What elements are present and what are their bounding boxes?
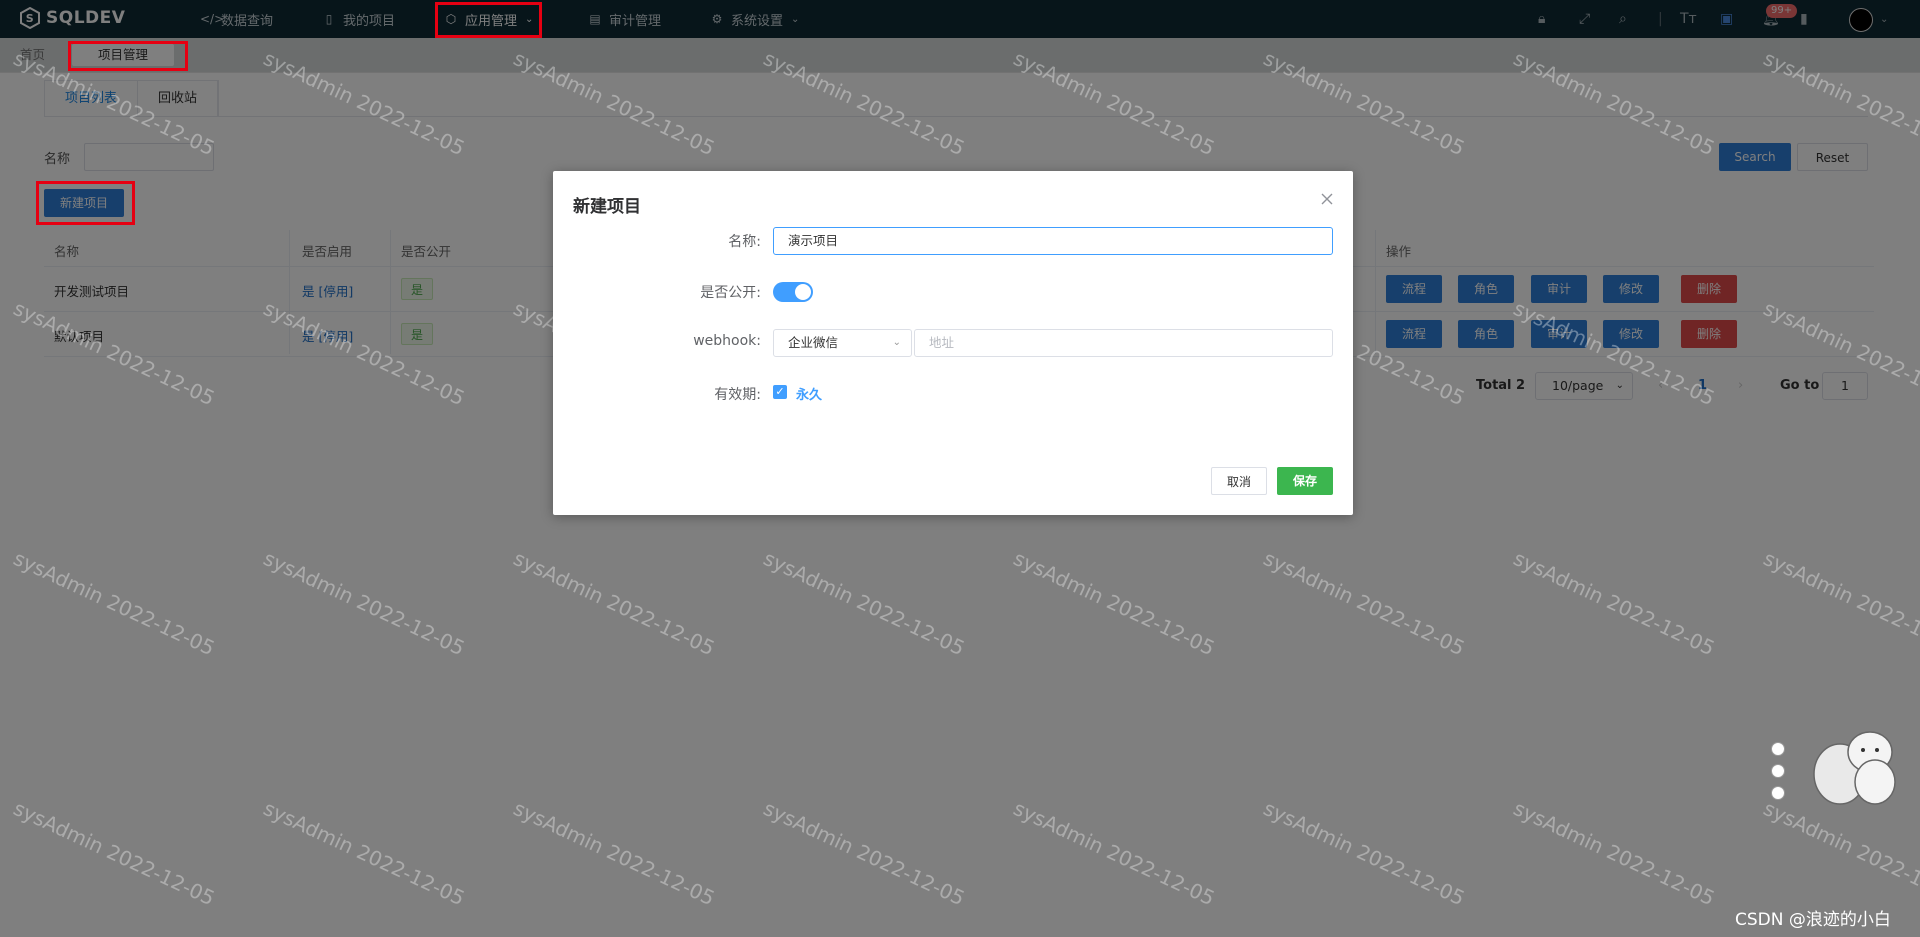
- save-button[interactable]: 保存: [1277, 467, 1333, 495]
- close-icon[interactable]: [1319, 191, 1335, 207]
- highlight-box-new-project: [36, 181, 135, 225]
- csdn-watermark: CSDN @浪迹的小白: [1735, 910, 1891, 930]
- refresh-icon[interactable]: [1771, 742, 1785, 756]
- highlight-box-tag: [68, 41, 188, 71]
- mascot-image: [1813, 731, 1896, 805]
- webhook-label: webhook:: [693, 333, 761, 349]
- chevron-down-icon: ⌄: [892, 337, 901, 348]
- dialog-title: 新建项目: [573, 197, 641, 217]
- project-name-field[interactable]: 演示项目: [773, 227, 1333, 255]
- public-label: 是否公开:: [700, 285, 761, 301]
- webhook-type-select[interactable]: 企业微信 ⌄: [773, 329, 912, 357]
- switch-knob: [795, 284, 811, 300]
- validity-value[interactable]: 永久: [796, 384, 822, 403]
- cancel-button[interactable]: 取消: [1211, 467, 1267, 495]
- webhook-type-value: 企业微信: [788, 335, 839, 350]
- public-switch[interactable]: [773, 282, 813, 302]
- validity-checkbox[interactable]: ✓: [773, 385, 787, 399]
- close-icon[interactable]: [1771, 786, 1785, 800]
- validity-label: 有效期:: [714, 387, 761, 403]
- new-project-dialog: 新建项目 名称: 演示项目 是否公开: webhook: 企业微信 ⌄ 地址 有…: [553, 171, 1353, 515]
- highlight-box-nav: [435, 2, 542, 38]
- webhook-url-field[interactable]: 地址: [914, 329, 1333, 357]
- settings-icon[interactable]: [1771, 764, 1785, 778]
- name-label: 名称:: [728, 234, 761, 250]
